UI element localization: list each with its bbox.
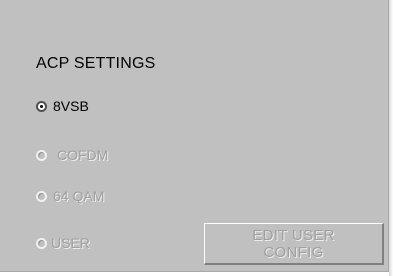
radio-option-64qam[interactable]: 64 QAM xyxy=(36,186,104,206)
radio-label-64qam: 64 QAM xyxy=(53,188,105,204)
radio-unselected-icon[interactable] xyxy=(36,149,47,161)
section-title: ACP SETTINGS xyxy=(36,55,156,72)
radio-option-8vsb[interactable]: 8VSB xyxy=(36,96,89,116)
acp-settings-panel: ACP SETTINGS 8VSB COFDM 64 QAM USER EDIT… xyxy=(0,0,389,272)
radio-unselected-icon[interactable] xyxy=(36,237,47,249)
edit-user-config-button[interactable]: EDIT USER CONFIG xyxy=(204,223,384,265)
panel-edge-shadow xyxy=(389,0,393,276)
radio-label-cofdm: COFDM xyxy=(57,147,109,163)
radio-label-user: USER xyxy=(51,235,90,251)
edit-user-config-label: EDIT USER CONFIG xyxy=(252,226,335,261)
radio-option-cofdm[interactable]: COFDM xyxy=(36,145,108,165)
radio-option-user[interactable]: USER xyxy=(36,233,90,253)
radio-selected-icon[interactable] xyxy=(36,100,47,112)
radio-unselected-icon[interactable] xyxy=(36,190,47,202)
radio-label-8vsb: 8VSB xyxy=(53,98,89,114)
